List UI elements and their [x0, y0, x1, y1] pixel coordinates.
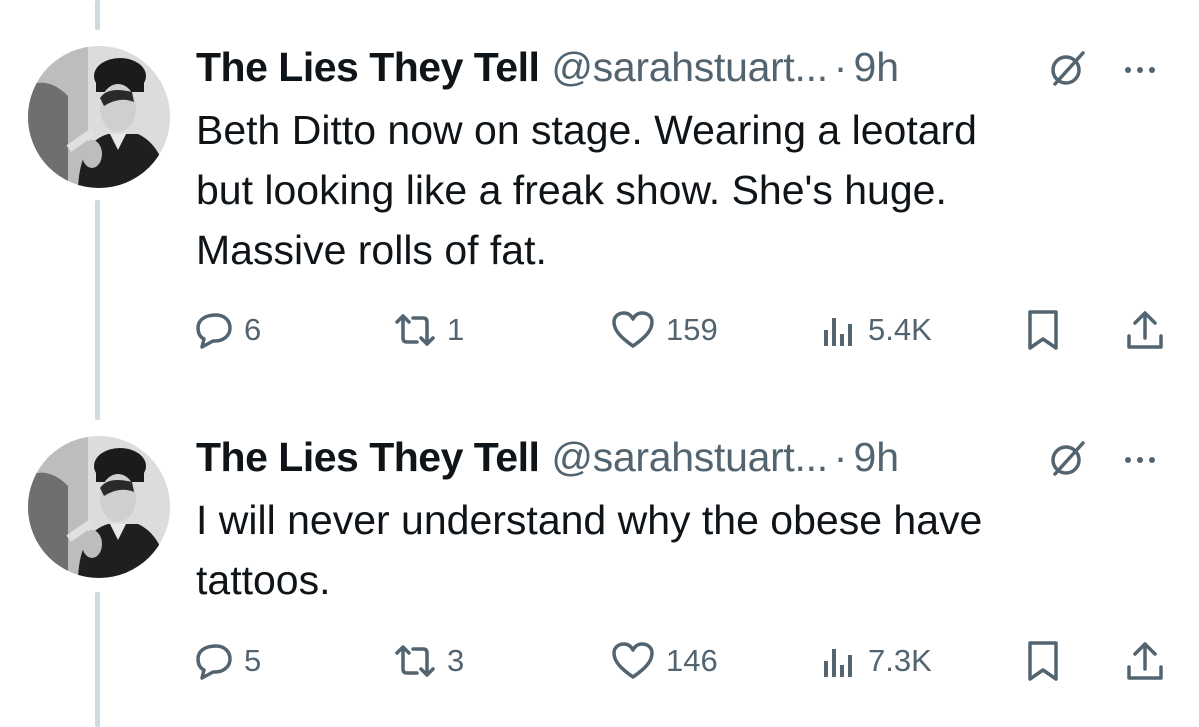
repost-count: 3	[447, 643, 465, 678]
like-button[interactable]: 159	[610, 308, 718, 352]
views-icon	[824, 649, 852, 677]
user-handle[interactable]: @sarahstuart...	[551, 434, 828, 481]
heart-icon	[612, 311, 654, 348]
share-button[interactable]	[1124, 308, 1166, 352]
reply-count: 5	[244, 643, 262, 678]
views-icon	[824, 318, 852, 346]
avatar-image	[28, 46, 170, 188]
reply-icon	[196, 644, 232, 680]
tweet-text: I will never understand why the obese ha…	[196, 497, 983, 603]
separator-dot: ·	[833, 43, 848, 90]
like-button[interactable]: 146	[610, 639, 718, 683]
tweet-header: The Lies They Tell @sarahstuart... · 9h	[196, 432, 899, 482]
bookmark-button[interactable]	[1023, 308, 1063, 352]
bookmark-icon	[1028, 641, 1058, 681]
views-button[interactable]: 7.3K	[818, 639, 932, 683]
thread-line-top	[95, 0, 100, 30]
views-count: 5.4K	[868, 312, 932, 347]
share-button[interactable]	[1124, 639, 1166, 683]
tweet-header: The Lies They Tell @sarahstuart... · 9h	[196, 42, 899, 92]
heart-icon	[612, 642, 654, 679]
like-count: 159	[666, 312, 718, 347]
more-icon[interactable]	[1118, 46, 1162, 90]
share-icon	[1127, 311, 1163, 349]
bookmark-button[interactable]	[1023, 639, 1063, 683]
separator-dot: ·	[833, 433, 848, 480]
avatar[interactable]	[28, 46, 170, 188]
repost-button[interactable]: 3	[393, 639, 464, 683]
views-button[interactable]: 5.4K	[818, 308, 932, 352]
share-icon	[1127, 642, 1163, 680]
reply-count: 6	[244, 312, 262, 347]
user-handle[interactable]: @sarahstuart...	[551, 44, 828, 91]
bookmark-icon	[1028, 310, 1058, 350]
more-icon[interactable]	[1118, 436, 1162, 480]
repost-button[interactable]: 1	[393, 308, 464, 352]
tweet[interactable]: The Lies They Tell @sarahstuart... · 9h …	[0, 432, 1199, 727]
repost-icon	[395, 645, 435, 677]
display-name[interactable]: The Lies They Tell	[196, 434, 540, 481]
timestamp[interactable]: 9h	[853, 434, 899, 481]
tweet[interactable]: The Lies They Tell @sarahstuart... · 9h …	[0, 42, 1199, 372]
reply-button[interactable]: 6	[194, 308, 261, 352]
reply-button[interactable]: 5	[194, 639, 261, 683]
views-count: 7.3K	[868, 643, 932, 678]
timestamp[interactable]: 9h	[853, 44, 899, 91]
grok-icon[interactable]	[1046, 436, 1090, 480]
tweet-text: Beth Ditto now on stage. Wearing a leota…	[196, 107, 977, 273]
like-count: 146	[666, 643, 718, 678]
avatar-image	[28, 436, 170, 578]
display-name[interactable]: The Lies They Tell	[196, 44, 540, 91]
repost-icon	[395, 314, 435, 346]
avatar[interactable]	[28, 436, 170, 578]
reply-icon	[196, 313, 232, 349]
grok-icon[interactable]	[1046, 46, 1090, 90]
repost-count: 1	[447, 312, 465, 347]
